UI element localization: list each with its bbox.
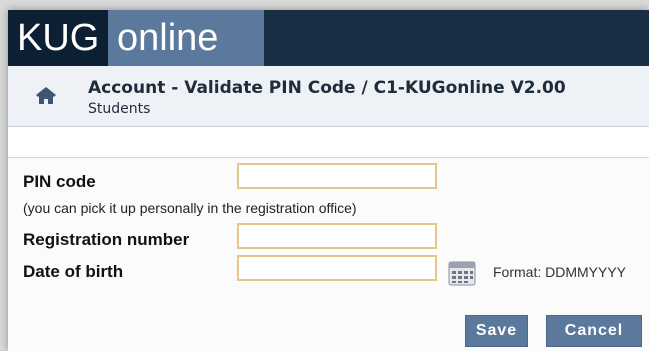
- logo-kug: KUG: [8, 10, 108, 66]
- title-bar: Account - Validate PIN Code / C1-KUGonli…: [8, 66, 649, 127]
- date-format-hint: Format: DDMMYYYY: [493, 264, 627, 280]
- pin-form: PIN code (you can pick it up personally …: [8, 157, 649, 351]
- home-icon[interactable]: [35, 85, 57, 105]
- date-of-birth-input[interactable]: [237, 255, 437, 281]
- logo-online: online: [108, 10, 264, 66]
- save-button[interactable]: Save: [465, 315, 528, 347]
- registration-number-input[interactable]: [237, 223, 437, 249]
- pin-code-hint: (you can pick it up personally in the re…: [23, 200, 357, 216]
- page-subtitle: Students: [88, 101, 151, 117]
- cancel-button[interactable]: Cancel: [546, 315, 642, 347]
- date-of-birth-label: Date of birth: [23, 262, 124, 281]
- pin-code-label: PIN code: [23, 172, 96, 191]
- pin-code-input[interactable]: [237, 163, 437, 189]
- registration-number-label: Registration number: [23, 230, 190, 249]
- top-header: KUG online: [8, 10, 649, 66]
- app-window: KUG online Account - Validate PIN Code /…: [8, 10, 649, 351]
- calendar-icon[interactable]: [448, 260, 476, 286]
- page-title: Account - Validate PIN Code / C1-KUGonli…: [88, 78, 566, 98]
